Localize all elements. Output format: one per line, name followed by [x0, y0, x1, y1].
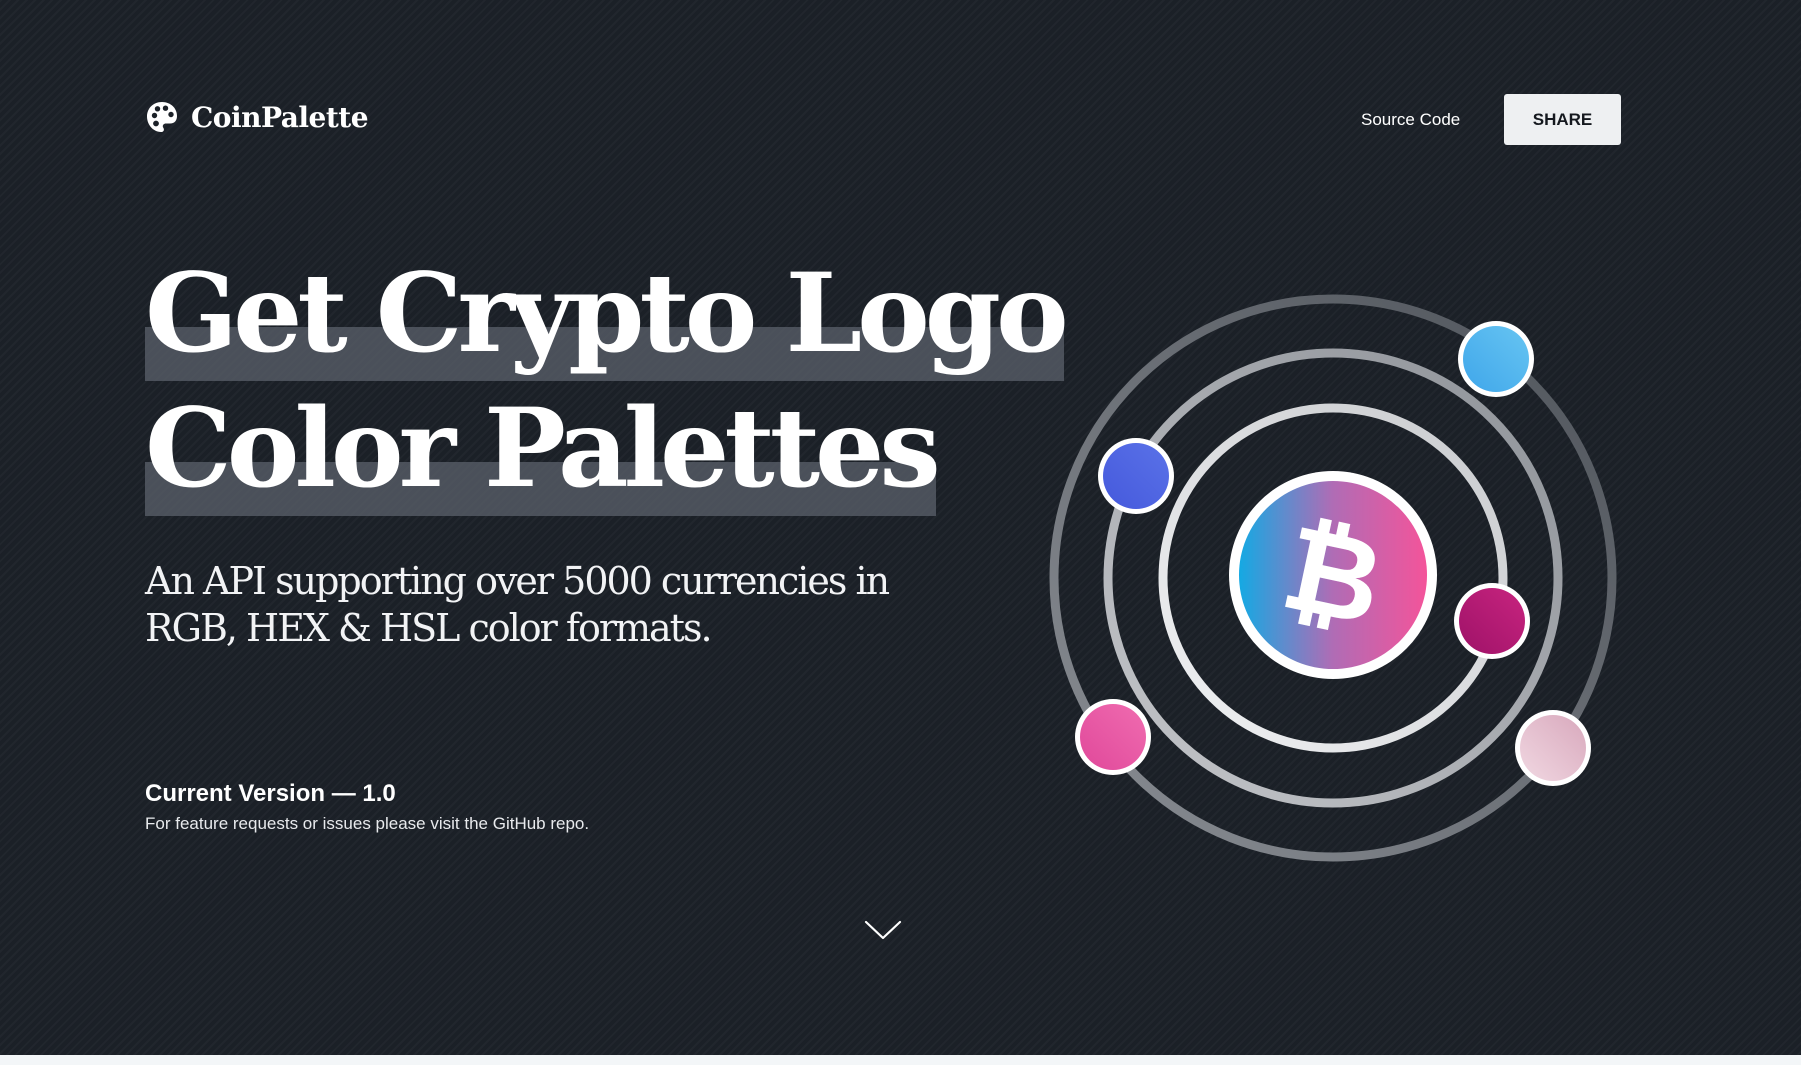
- share-button[interactable]: SHARE: [1504, 94, 1621, 145]
- orbit-illustration: ₿: [1049, 294, 1617, 862]
- bitcoin-coin: ₿: [1229, 471, 1437, 679]
- headline-line-2: Color Palettes: [145, 381, 941, 516]
- source-code-link[interactable]: Source Code: [1361, 110, 1460, 130]
- hero-subheadline: An API supporting over 5000 currencies i…: [145, 559, 890, 650]
- palette-color-dot-4: [1075, 699, 1151, 775]
- palette-color-dot-2: [1098, 438, 1174, 514]
- version-info: Current Version — 1.0 For feature reques…: [145, 780, 589, 834]
- next-section-edge: [0, 1055, 1801, 1065]
- palette-icon: [147, 102, 177, 132]
- brand-logo-link[interactable]: CoinPalette: [145, 100, 369, 134]
- palette-color-dot-5: [1515, 710, 1591, 786]
- palette-color-dot-3: [1454, 583, 1530, 659]
- version-note: For feature requests or issues please vi…: [145, 814, 590, 833]
- headline-line-1: Get Crypto Logo: [145, 246, 1069, 381]
- site-header: CoinPalette Source Code SHARE: [145, 94, 1621, 146]
- chevron-down-icon[interactable]: [863, 914, 903, 944]
- palette-color-dot-1: [1458, 321, 1534, 397]
- version-title: Current Version — 1.0: [145, 780, 396, 807]
- hero-headline: Get Crypto Logo Color Palettes: [145, 246, 1069, 516]
- brand-name: CoinPalette: [191, 100, 369, 134]
